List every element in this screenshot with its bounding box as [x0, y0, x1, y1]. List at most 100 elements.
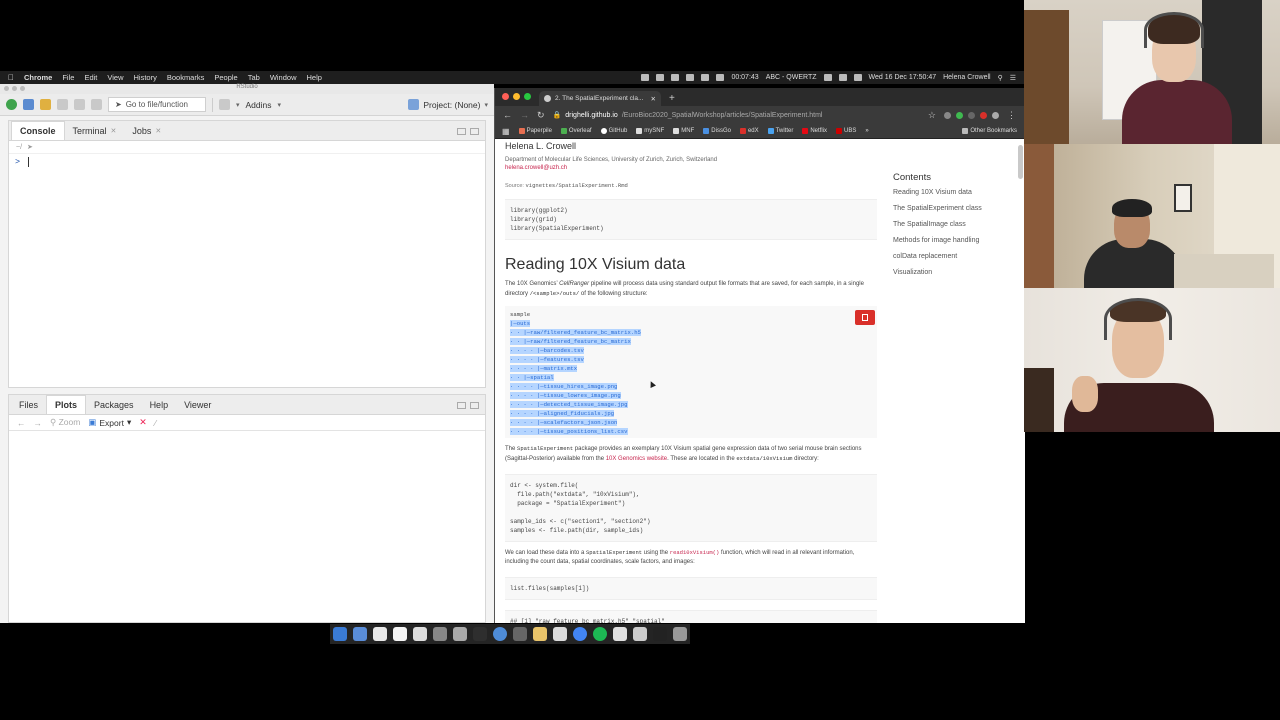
tab-packages[interactable]: Packages [86, 396, 142, 414]
wifi-icon[interactable] [823, 74, 832, 81]
extension-icon[interactable] [968, 111, 975, 119]
author-email-link[interactable]: helena.crowell@uzh.ch [505, 165, 877, 171]
copy-code-button[interactable] [855, 310, 875, 325]
source-path-link[interactable]: vignettes/SpatialExperiment.Rmd [526, 182, 628, 189]
reload-icon[interactable]: ↻ [537, 110, 545, 121]
finder-icon[interactable] [333, 627, 347, 641]
status-icon[interactable] [641, 74, 650, 81]
avatar[interactable] [992, 111, 999, 119]
user-name[interactable]: Helena Crowell [943, 74, 990, 81]
zoom-dot[interactable] [524, 93, 531, 100]
bookmark-github[interactable]: GitHub [600, 128, 627, 134]
toc-item[interactable]: Methods for image handling [893, 236, 1003, 246]
toc-item[interactable]: Reading 10X Visium data [893, 188, 1003, 198]
spotlight-icon[interactable]: ⚲ [998, 74, 1003, 82]
clock[interactable]: Wed 16 Dec 17:50:47 [869, 74, 937, 81]
status-icon[interactable] [656, 74, 665, 81]
menu-bookmarks[interactable]: Bookmarks [167, 73, 205, 82]
app-icon[interactable] [413, 627, 427, 641]
spotify-icon[interactable] [593, 627, 607, 641]
app-icon[interactable] [453, 627, 467, 641]
console-input[interactable]: > [9, 154, 485, 170]
back-arrow-icon[interactable]: ← [17, 418, 26, 428]
chevron-down-icon[interactable]: ▾ [278, 101, 282, 109]
recording-icon[interactable] [716, 74, 725, 81]
tab-help[interactable]: Help [142, 396, 177, 414]
new-project-icon[interactable] [23, 99, 34, 110]
broom-icon[interactable]: ⁄ [155, 418, 156, 428]
grid-icon[interactable] [219, 99, 230, 110]
trash-icon[interactable] [673, 627, 687, 641]
volume-icon[interactable] [838, 74, 847, 81]
close-dot[interactable] [4, 86, 9, 91]
save-all-icon[interactable] [74, 99, 85, 110]
forward-arrow-icon[interactable]: → [34, 418, 43, 428]
10x-genomics-link[interactable]: 10X Genomics website [606, 456, 667, 462]
bookmark-twitter[interactable]: Twitter [767, 128, 793, 134]
app-icon[interactable] [653, 627, 667, 641]
tab-terminal[interactable]: Terminal ✕ [65, 122, 125, 140]
settings-icon[interactable] [433, 627, 447, 641]
app-icon[interactable] [533, 627, 547, 641]
chrome-icon[interactable] [573, 627, 587, 641]
status-icon[interactable] [671, 74, 680, 81]
menubar-app-name[interactable]: Chrome [24, 73, 52, 82]
print-icon[interactable] [91, 99, 102, 110]
addins-menu[interactable]: Addins [246, 100, 272, 110]
app-icon[interactable] [613, 627, 627, 641]
extension-icon[interactable] [956, 111, 963, 119]
toc-item[interactable]: The SpatialImage class [893, 220, 1003, 230]
close-icon[interactable]: ✕ [155, 127, 161, 135]
menu-help[interactable]: Help [307, 73, 322, 82]
apple-icon[interactable]:  [8, 73, 14, 82]
project-menu[interactable]: Project: (None) ▾ [408, 99, 488, 110]
save-icon[interactable] [57, 99, 68, 110]
maximize-pane-icon[interactable] [470, 128, 479, 135]
control-center-icon[interactable]: ☰ [1010, 74, 1016, 82]
menu-people[interactable]: People [214, 73, 237, 82]
open-file-icon[interactable] [40, 99, 51, 110]
bookmark-dissgo[interactable]: DissGo [703, 128, 731, 134]
bookmark-paperpile[interactable]: Paperpile [518, 128, 552, 134]
tab-files[interactable]: Files [11, 396, 46, 414]
keyboard-layout[interactable]: ABC - QWERTZ [766, 74, 817, 81]
browser-tab[interactable]: 2. The SpatialExperiment cla... ✕ [539, 91, 661, 106]
close-icon[interactable]: ✕ [651, 95, 656, 103]
url-field[interactable]: 🔒 drighelli.github.io/EuroBioc2020_Spati… [553, 111, 920, 120]
bookmark-edx[interactable]: edX [739, 128, 759, 134]
app-icon[interactable] [513, 627, 527, 641]
extension-icon[interactable] [944, 111, 951, 119]
status-icon[interactable] [701, 74, 710, 81]
back-arrow-icon[interactable]: ← [503, 110, 512, 120]
menu-edit[interactable]: Edit [84, 73, 97, 82]
tab-console[interactable]: Console [11, 121, 65, 140]
zoom-dot[interactable] [20, 86, 25, 91]
menu-file[interactable]: File [62, 73, 74, 82]
toc-item[interactable]: The SpatialExperiment class [893, 204, 1003, 214]
minimize-pane-icon[interactable] [457, 402, 466, 409]
more-bookmarks-icon[interactable]: » [865, 128, 868, 134]
tab-plots[interactable]: Plots [46, 395, 87, 414]
arrow-icon[interactable]: ➤ [27, 143, 33, 151]
battery-icon[interactable] [853, 74, 862, 81]
extension-icon[interactable] [980, 111, 987, 119]
chevron-down-icon[interactable]: ▾ [236, 101, 240, 109]
bookmark-ubs[interactable]: UBS [836, 128, 856, 134]
remove-plot-icon[interactable]: ✕ [139, 417, 147, 428]
goto-file-input[interactable]: ➤ Go to file/function [108, 97, 206, 112]
zoom-button[interactable]: ⚲ Zoom [50, 417, 80, 428]
app-icon[interactable] [633, 627, 647, 641]
new-tab-button[interactable]: + [669, 93, 675, 106]
page-scrollbar[interactable] [1018, 145, 1023, 179]
bookmark-overleaf[interactable]: Overleaf [560, 128, 592, 134]
export-button[interactable]: ▣ Export ▾ [88, 417, 131, 428]
terminal-icon[interactable] [473, 627, 487, 641]
tab-viewer[interactable]: Viewer [176, 396, 219, 414]
maximize-pane-icon[interactable] [470, 402, 479, 409]
calendar-icon[interactable] [373, 627, 387, 641]
forward-arrow-icon[interactable]: → [520, 110, 529, 120]
minimize-dot[interactable] [513, 93, 520, 100]
menu-history[interactable]: History [134, 73, 157, 82]
other-bookmarks[interactable]: Other Bookmarks [962, 128, 1017, 134]
app-icon[interactable] [353, 627, 367, 641]
